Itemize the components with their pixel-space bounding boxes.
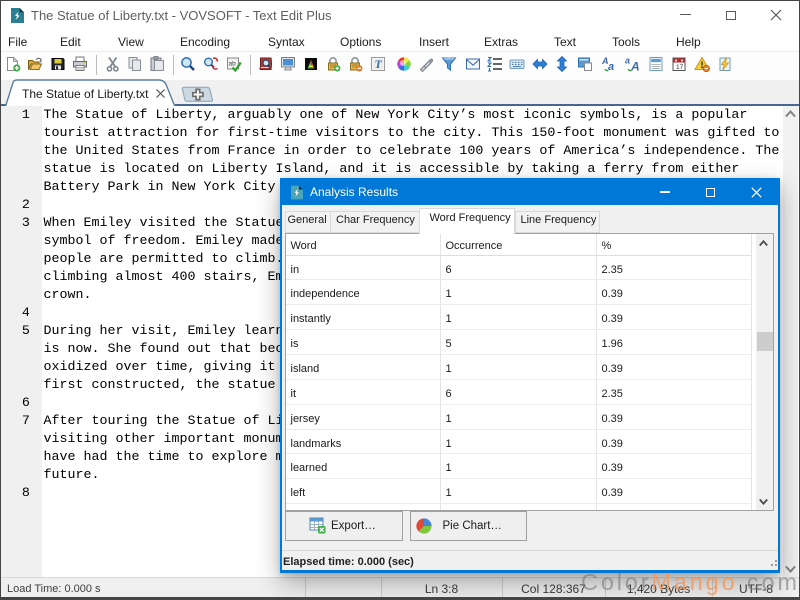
svg-text:a: a <box>608 61 614 72</box>
svg-text:a: a <box>625 56 630 66</box>
svg-text:ab: ab <box>228 61 236 68</box>
svg-text:T: T <box>375 57 383 71</box>
svg-text:17: 17 <box>676 64 684 71</box>
svg-text:A: A <box>630 60 640 73</box>
